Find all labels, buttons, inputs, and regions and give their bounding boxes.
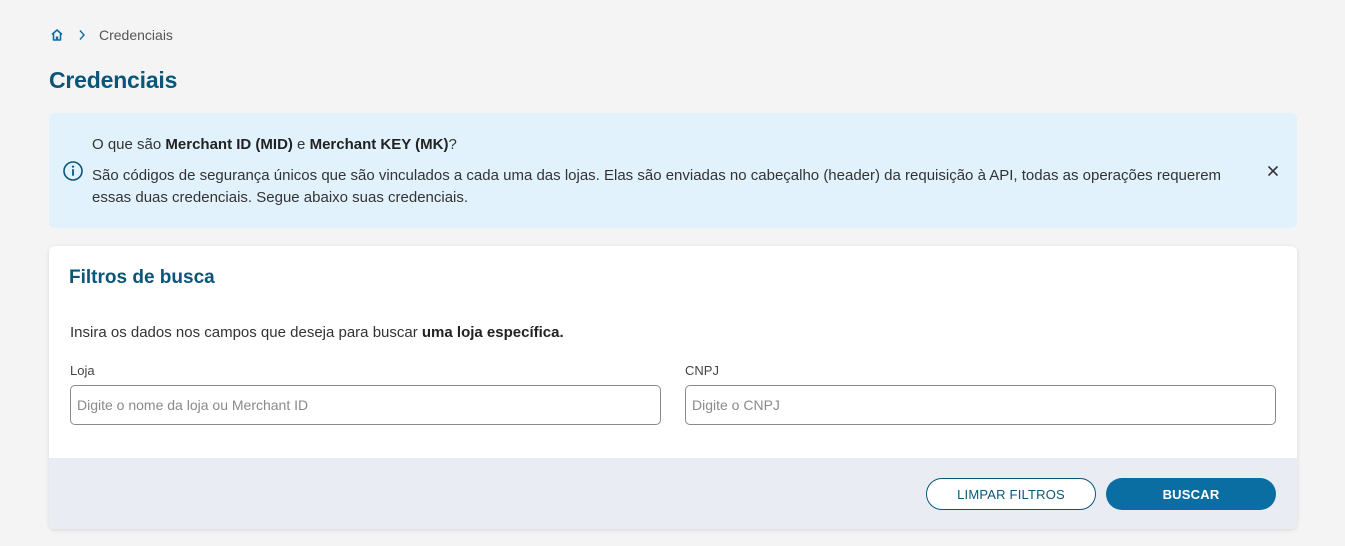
- chevron-right-icon: [71, 27, 93, 43]
- info-title-mid: Merchant ID (MID): [165, 136, 293, 153]
- clear-filters-button[interactable]: LIMPAR FILTROS: [926, 478, 1096, 510]
- filters-title: Filtros de busca: [69, 267, 215, 288]
- filters-description: Insira os dados nos campos que deseja pa…: [70, 324, 564, 341]
- filters-description-bold: uma loja específica.: [421, 324, 564, 341]
- cnpj-field-label: CNPJ: [685, 363, 719, 378]
- search-filters-card: Filtros de busca Insira os dados nos cam…: [49, 246, 1297, 529]
- close-icon[interactable]: [1263, 161, 1283, 181]
- store-field-label: Loja: [70, 363, 95, 378]
- breadcrumb-current: Credenciais: [99, 27, 173, 43]
- page-title: Credenciais: [49, 67, 178, 93]
- info-banner: O que são Merchant ID (MID) e Merchant K…: [49, 113, 1297, 228]
- filters-description-text: Insira os dados nos campos que deseja pa…: [70, 324, 422, 341]
- filters-footer: LIMPAR FILTROS BUSCAR: [49, 458, 1297, 529]
- credentials-page: Credenciais Credenciais O que são Mercha…: [0, 0, 1345, 546]
- search-button[interactable]: BUSCAR: [1106, 478, 1276, 510]
- store-search-input[interactable]: [70, 385, 661, 425]
- info-title-mk: Merchant KEY (MK): [309, 136, 449, 153]
- info-banner-title: O que são Merchant ID (MID) e Merchant K…: [92, 136, 457, 153]
- info-icon: [62, 160, 84, 182]
- info-banner-body: São códigos de segurança únicos que são …: [92, 167, 1222, 206]
- home-icon[interactable]: [49, 27, 65, 43]
- info-title-and: e: [292, 136, 310, 153]
- breadcrumb: Credenciais: [49, 26, 173, 44]
- info-title-suffix: ?: [448, 136, 457, 153]
- cnpj-search-input[interactable]: [685, 385, 1276, 425]
- info-title-prefix: O que são: [92, 136, 166, 153]
